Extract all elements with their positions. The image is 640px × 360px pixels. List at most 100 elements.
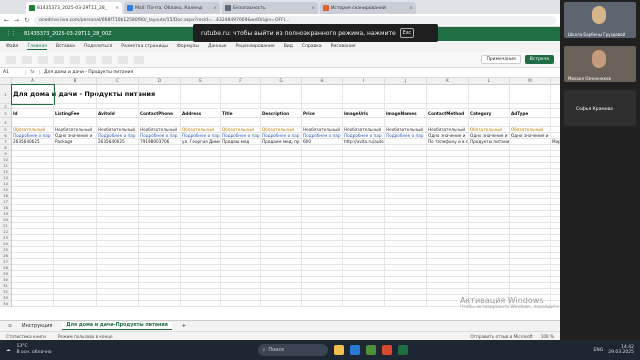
lang-indicator[interactable]: ENG <box>594 348 604 353</box>
menu-formulas[interactable]: Формулы <box>177 44 199 49</box>
cell[interactable] <box>302 85 343 104</box>
reload-icon[interactable]: ↻ <box>24 17 29 24</box>
participant-tile[interactable]: Михаил Овчинников <box>564 46 636 82</box>
cell[interactable]: ImageUrls <box>343 109 385 118</box>
sort-icon[interactable] <box>134 55 144 64</box>
cell[interactable] <box>510 118 551 127</box>
cell[interactable] <box>221 301 261 307</box>
cell[interactable] <box>12 118 54 127</box>
wrap-icon[interactable] <box>102 55 112 64</box>
cell[interactable] <box>181 85 221 104</box>
browser-tab-history[interactable]: История сканирований × <box>320 2 416 14</box>
column-header[interactable]: H <box>302 78 343 85</box>
column-header[interactable]: L <box>469 78 510 85</box>
sheet-nav-icon[interactable]: ≡ <box>8 324 12 329</box>
cell[interactable] <box>54 301 97 307</box>
close-tab-icon[interactable]: × <box>213 6 217 11</box>
cell[interactable] <box>221 85 261 104</box>
clock[interactable]: 14:42 29.03.2025 <box>608 345 634 355</box>
formula-input[interactable]: Для дома и дачи - Продукты питания <box>40 70 133 75</box>
column-header[interactable]: M <box>510 78 551 85</box>
weather-widget[interactable]: 13°C В осн. облачно <box>17 344 52 356</box>
cell[interactable] <box>385 85 427 104</box>
cell[interactable] <box>385 301 427 307</box>
cell[interactable] <box>97 85 139 104</box>
excel-icon[interactable] <box>397 345 408 355</box>
column-header[interactable]: D <box>139 78 181 85</box>
italic-icon[interactable] <box>70 55 80 64</box>
number-format-icon[interactable] <box>118 55 128 64</box>
column-header[interactable]: A <box>12 78 54 85</box>
cell[interactable] <box>181 118 221 127</box>
undo-icon[interactable] <box>6 55 16 64</box>
meeting-button[interactable]: Встреча <box>524 55 554 64</box>
row-header[interactable]: 4 <box>0 118 11 127</box>
file-title[interactable]: 81435373_2025-03-29T11_28_00Z <box>24 31 112 37</box>
cell[interactable] <box>12 301 54 307</box>
cell[interactable] <box>343 85 385 104</box>
chrome-icon[interactable] <box>365 345 376 355</box>
cell[interactable]: Address <box>181 109 221 118</box>
cell[interactable] <box>97 118 139 127</box>
cell[interactable] <box>343 118 385 127</box>
cell[interactable] <box>54 118 97 127</box>
close-tab-icon[interactable]: × <box>311 6 315 11</box>
menu-home[interactable]: Главная <box>27 44 47 50</box>
align-icon[interactable] <box>86 55 96 64</box>
cell[interactable] <box>221 118 261 127</box>
menu-view[interactable]: Вид <box>284 44 293 49</box>
cell[interactable]: Description <box>261 109 302 118</box>
menu-data[interactable]: Данные <box>208 44 226 49</box>
cell[interactable]: AvitoId <box>97 109 139 118</box>
menu-help[interactable]: Справка <box>302 44 322 49</box>
app-launcher-icon[interactable]: ⋮⋮ <box>6 31 16 37</box>
menu-share[interactable]: Поделиться <box>84 44 112 49</box>
cell[interactable] <box>139 85 181 104</box>
menu-review[interactable]: Рецензирование <box>235 44 274 49</box>
close-tab-icon[interactable]: × <box>409 6 413 11</box>
taskbar-search[interactable]: ⌕ Поиск <box>257 344 328 356</box>
menu-page-layout[interactable]: Разметка страницы <box>121 44 168 49</box>
cell[interactable]: AdType <box>510 109 551 118</box>
cell[interactable] <box>97 301 139 307</box>
cell[interactable] <box>139 301 181 307</box>
cell[interactable]: ContactPhone <box>139 109 181 118</box>
cell[interactable]: ImageNames <box>385 109 427 118</box>
workbook-stats[interactable]: Статистика книги <box>6 334 46 339</box>
row-header[interactable]: 34 <box>0 301 11 307</box>
edge-icon[interactable] <box>349 345 360 355</box>
column-header[interactable]: E <box>181 78 221 85</box>
corner-cell[interactable] <box>0 78 12 85</box>
column-header[interactable]: I <box>343 78 385 85</box>
back-icon[interactable]: ← <box>4 17 9 24</box>
cell[interactable] <box>302 301 343 307</box>
cell[interactable] <box>139 118 181 127</box>
font-icon[interactable] <box>38 55 48 64</box>
sheet-tab-products[interactable]: Для дома и дачи-Продукты питания <box>62 322 172 330</box>
cell[interactable]: Title <box>221 109 261 118</box>
cell[interactable] <box>343 301 385 307</box>
cell[interactable] <box>510 85 551 104</box>
row-header[interactable]: 3 <box>0 109 11 118</box>
cell[interactable] <box>385 118 427 127</box>
cell[interactable] <box>427 85 469 104</box>
cell[interactable] <box>261 301 302 307</box>
cell[interactable] <box>261 118 302 127</box>
forward-icon[interactable]: → <box>14 17 19 24</box>
column-header[interactable]: G <box>261 78 302 85</box>
comments-button[interactable]: Примечания <box>481 55 521 64</box>
weather-icon[interactable]: ☁ <box>6 348 11 353</box>
cell[interactable] <box>302 118 343 127</box>
add-sheet-icon[interactable]: + <box>182 324 186 329</box>
browser-tab-mail[interactable]: Mail: Почта, Облако, Календ × <box>124 2 220 14</box>
participant-tile[interactable]: Школа Барбены Груздевой <box>564 2 636 38</box>
menu-file[interactable]: Файл <box>6 44 18 49</box>
column-header[interactable]: J <box>385 78 427 85</box>
cell[interactable]: Price <box>302 109 343 118</box>
zoom-level[interactable]: 100 % <box>541 334 554 339</box>
column-header[interactable]: B <box>54 78 97 85</box>
close-tab-icon[interactable]: × <box>115 6 119 11</box>
file-explorer-icon[interactable] <box>333 345 344 355</box>
cell[interactable]: Category <box>469 109 510 118</box>
sheet-tab-instructions[interactable]: Инструкция <box>22 324 52 329</box>
